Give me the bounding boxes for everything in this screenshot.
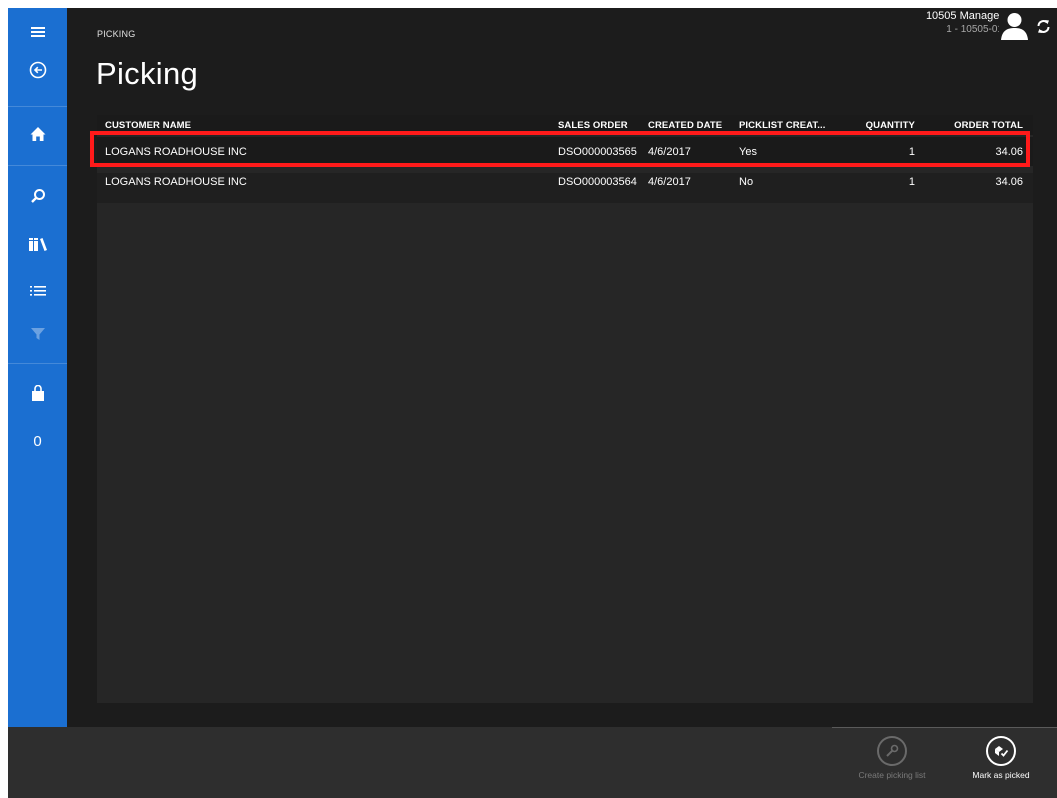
nav-divider: [8, 106, 67, 107]
cart-button[interactable]: [8, 375, 67, 411]
sync-button[interactable]: [1033, 16, 1053, 36]
cell-picklist-created: Yes: [739, 145, 757, 158]
user-avatar-icon: [999, 10, 1030, 40]
create-picking-list-label: Create picking list: [858, 770, 926, 780]
orders-grid: CUSTOMER NAME SALES ORDER CREATED DATE P…: [97, 115, 1033, 703]
filter-button: [8, 316, 67, 352]
column-header-customer-name[interactable]: CUSTOMER NAME: [105, 115, 545, 135]
home-button[interactable]: [8, 116, 67, 152]
list-button[interactable]: [8, 273, 67, 309]
search-button[interactable]: [8, 178, 67, 214]
column-header-order-total[interactable]: ORDER TOTAL: [923, 115, 1023, 135]
cell-sales-order: DSO000003564: [558, 176, 637, 188]
mark-picked-icon: [986, 736, 1016, 766]
back-button[interactable]: [8, 52, 67, 88]
user-info[interactable]: 10505 Manager 1 - 10505-01: [926, 10, 1003, 36]
search-icon: [30, 189, 45, 203]
app-bar-divider: [832, 727, 1057, 728]
shopping-bag-icon: [31, 384, 44, 401]
mark-as-picked-button[interactable]: Mark as picked: [966, 736, 1036, 780]
table-row[interactable]: LOGANS ROADHOUSE INC DSO000003565 4/6/20…: [97, 137, 1033, 166]
cell-picklist-created: No: [739, 176, 754, 188]
nav-divider: [8, 363, 67, 364]
grid-header: CUSTOMER NAME SALES ORDER CREATED DATE P…: [97, 115, 1033, 135]
cell-quantity: 1: [908, 145, 915, 158]
column-header-quantity[interactable]: QUANTITY: [839, 115, 915, 135]
column-header-picklist-created[interactable]: PICKLIST CREAT...: [739, 115, 839, 135]
cell-order-total: 34.06: [995, 145, 1023, 158]
mark-as-picked-label: Mark as picked: [972, 770, 1030, 780]
cell-customer-name: LOGANS ROADHOUSE INC: [105, 176, 247, 188]
back-arrow-icon: [29, 61, 46, 79]
hamburger-menu-icon: [30, 27, 45, 37]
table-row[interactable]: LOGANS ROADHOUSE INC DSO000003564 4/6/20…: [97, 173, 1033, 203]
column-header-sales-order[interactable]: SALES ORDER: [558, 115, 646, 135]
app-bar: Create picking list Mark as picked: [8, 727, 1057, 798]
cell-customer-name: LOGANS ROADHOUSE INC: [105, 145, 247, 158]
page-title: Picking: [96, 56, 199, 91]
cell-created-date: 4/6/2017: [648, 176, 691, 188]
list-icon: [29, 286, 46, 296]
cell-quantity: 1: [908, 176, 915, 188]
create-picking-list-button[interactable]: Create picking list: [857, 736, 927, 780]
left-nav: 0: [8, 8, 67, 727]
home-icon: [30, 127, 45, 141]
products-icon: [28, 238, 47, 251]
filter-icon: [30, 328, 45, 340]
user-store: 1 - 10505-01: [946, 24, 1003, 35]
cart-count: 0: [33, 433, 42, 450]
products-button[interactable]: [8, 226, 67, 262]
user-name: 10505 Manager: [925, 10, 1003, 22]
nav-divider: [8, 165, 67, 166]
avatar[interactable]: [999, 10, 1030, 40]
breadcrumb: PICKING: [97, 29, 136, 39]
cell-sales-order: DSO000003565: [558, 145, 637, 158]
column-header-created-date[interactable]: CREATED DATE: [648, 115, 736, 135]
cell-created-date: 4/6/2017: [648, 145, 691, 158]
wrench-icon: [877, 736, 907, 766]
app-window: 0 PICKING Picking 10505 Manager 1 - 1050…: [8, 8, 1057, 798]
cell-order-total: 34.06: [995, 176, 1023, 188]
sync-icon: [1037, 19, 1049, 33]
hamburger-menu-button[interactable]: [8, 14, 67, 50]
